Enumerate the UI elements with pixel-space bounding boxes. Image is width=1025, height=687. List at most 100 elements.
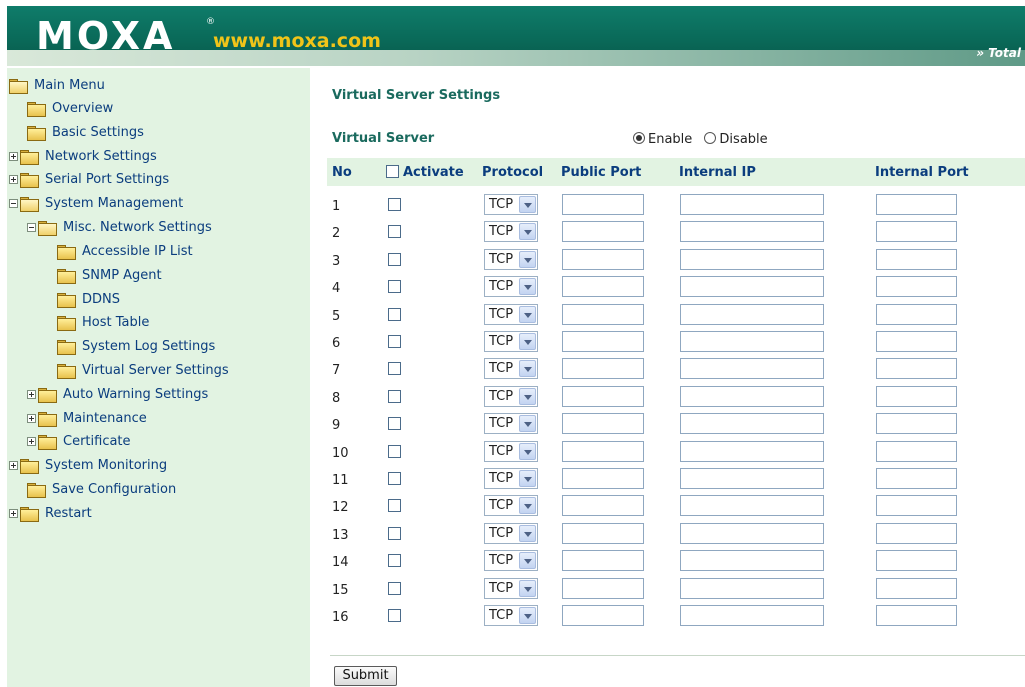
activate-checkbox[interactable] — [388, 198, 401, 211]
protocol-select[interactable]: TCP — [484, 440, 538, 462]
sidebar-item-host-table[interactable]: Host Table — [57, 313, 149, 333]
public-port-input[interactable] — [562, 522, 644, 544]
public-port-input[interactable] — [562, 303, 644, 325]
sidebar-item-system-management[interactable]: System Management — [9, 194, 183, 214]
protocol-select[interactable]: TCP — [484, 605, 538, 626]
activate-checkbox[interactable] — [388, 335, 401, 348]
public-port-input[interactable] — [562, 276, 644, 298]
submit-button[interactable]: Submit — [334, 666, 397, 686]
activate-checkbox[interactable] — [388, 307, 401, 321]
expand-icon[interactable] — [27, 414, 36, 423]
chevron-down-icon[interactable] — [519, 223, 536, 241]
protocol-select[interactable]: TCP — [484, 276, 538, 298]
internal-port-input[interactable] — [876, 577, 957, 599]
protocol-select[interactable]: TCP — [484, 303, 538, 325]
public-port-input[interactable] — [562, 550, 644, 572]
activate-checkbox[interactable] — [388, 499, 401, 513]
internal-port-input[interactable] — [876, 495, 957, 517]
sidebar-item-overview[interactable]: Overview — [27, 99, 113, 119]
activate-checkbox[interactable] — [388, 280, 401, 294]
public-port-input[interactable] — [562, 385, 644, 407]
sidebar-item-misc-network-settings[interactable]: Misc. Network Settings — [27, 218, 212, 238]
activate-checkbox[interactable] — [388, 389, 401, 403]
internal-ip-input[interactable] — [680, 303, 824, 325]
sidebar-item-network-settings[interactable]: Network Settings — [9, 147, 157, 167]
internal-ip-input[interactable] — [680, 358, 824, 380]
sidebar-item-certificate[interactable]: Certificate — [27, 432, 131, 452]
internal-port-input[interactable] — [876, 605, 957, 626]
protocol-select[interactable]: TCP — [484, 221, 538, 243]
protocol-select[interactable]: TCP — [484, 385, 538, 407]
protocol-select[interactable]: TCP — [484, 331, 538, 352]
sidebar-item-auto-warning-settings[interactable]: Auto Warning Settings — [27, 385, 208, 405]
sidebar-item-restart[interactable]: Restart — [9, 504, 92, 524]
public-port-input[interactable] — [562, 194, 644, 215]
expand-icon[interactable] — [9, 152, 18, 161]
chevron-down-icon[interactable] — [519, 497, 536, 515]
internal-ip-input[interactable] — [680, 248, 824, 270]
protocol-select[interactable]: TCP — [484, 550, 538, 572]
activate-checkbox[interactable] — [388, 609, 401, 622]
chevron-down-icon[interactable] — [519, 250, 536, 268]
chevron-down-icon[interactable] — [519, 579, 536, 597]
collapse-icon[interactable] — [9, 199, 18, 208]
activate-checkbox[interactable] — [388, 581, 401, 595]
internal-ip-input[interactable] — [680, 276, 824, 298]
chevron-down-icon[interactable] — [519, 552, 536, 570]
internal-ip-input[interactable] — [680, 331, 824, 352]
disable-option[interactable]: Disable — [704, 132, 768, 147]
expand-icon[interactable] — [9, 509, 18, 518]
sidebar-item-serial-port-settings[interactable]: Serial Port Settings — [9, 170, 169, 190]
protocol-select[interactable]: TCP — [484, 194, 538, 215]
internal-port-input[interactable] — [876, 221, 957, 243]
sidebar-item-virtual-server-settings[interactable]: Virtual Server Settings — [57, 361, 229, 381]
internal-ip-input[interactable] — [680, 550, 824, 572]
internal-port-input[interactable] — [876, 522, 957, 544]
expand-icon[interactable] — [27, 390, 36, 399]
internal-ip-input[interactable] — [680, 385, 824, 407]
public-port-input[interactable] — [562, 221, 644, 243]
protocol-select[interactable]: TCP — [484, 358, 538, 380]
sidebar-item-system-monitoring[interactable]: System Monitoring — [9, 456, 167, 476]
expand-icon[interactable] — [27, 437, 36, 446]
protocol-select[interactable]: TCP — [484, 495, 538, 517]
public-port-input[interactable] — [562, 468, 644, 489]
internal-port-input[interactable] — [876, 358, 957, 380]
chevron-down-icon[interactable] — [519, 442, 536, 460]
public-port-input[interactable] — [562, 331, 644, 352]
internal-ip-input[interactable] — [680, 440, 824, 462]
internal-ip-input[interactable] — [680, 413, 824, 435]
activate-checkbox[interactable] — [388, 472, 401, 485]
internal-ip-input[interactable] — [680, 468, 824, 489]
activate-checkbox[interactable] — [388, 444, 401, 458]
protocol-select[interactable]: TCP — [484, 468, 538, 489]
internal-port-input[interactable] — [876, 440, 957, 462]
activate-all-checkbox[interactable] — [386, 165, 399, 178]
internal-port-input[interactable] — [876, 331, 957, 352]
chevron-down-icon[interactable] — [519, 278, 536, 296]
protocol-select[interactable]: TCP — [484, 522, 538, 544]
sidebar-item-save-configuration[interactable]: Save Configuration — [27, 480, 176, 500]
chevron-down-icon[interactable] — [519, 333, 536, 350]
public-port-input[interactable] — [562, 577, 644, 599]
activate-checkbox[interactable] — [388, 554, 401, 568]
internal-ip-input[interactable] — [680, 605, 824, 626]
internal-ip-input[interactable] — [680, 221, 824, 243]
public-port-input[interactable] — [562, 248, 644, 270]
internal-port-input[interactable] — [876, 248, 957, 270]
collapse-icon[interactable] — [27, 223, 36, 232]
chevron-down-icon[interactable] — [519, 387, 536, 405]
activate-checkbox[interactable] — [388, 362, 401, 376]
chevron-down-icon[interactable] — [519, 305, 536, 323]
enable-option[interactable]: Enable — [633, 132, 692, 147]
sidebar-item-maintenance[interactable]: Maintenance — [27, 409, 147, 429]
public-port-input[interactable] — [562, 495, 644, 517]
internal-port-input[interactable] — [876, 468, 957, 489]
disable-radio[interactable] — [704, 132, 717, 144]
sidebar-item-system-log-settings[interactable]: System Log Settings — [57, 337, 215, 357]
internal-ip-input[interactable] — [680, 495, 824, 517]
internal-port-input[interactable] — [876, 276, 957, 298]
internal-ip-input[interactable] — [680, 522, 824, 544]
internal-port-input[interactable] — [876, 385, 957, 407]
expand-icon[interactable] — [9, 461, 18, 470]
